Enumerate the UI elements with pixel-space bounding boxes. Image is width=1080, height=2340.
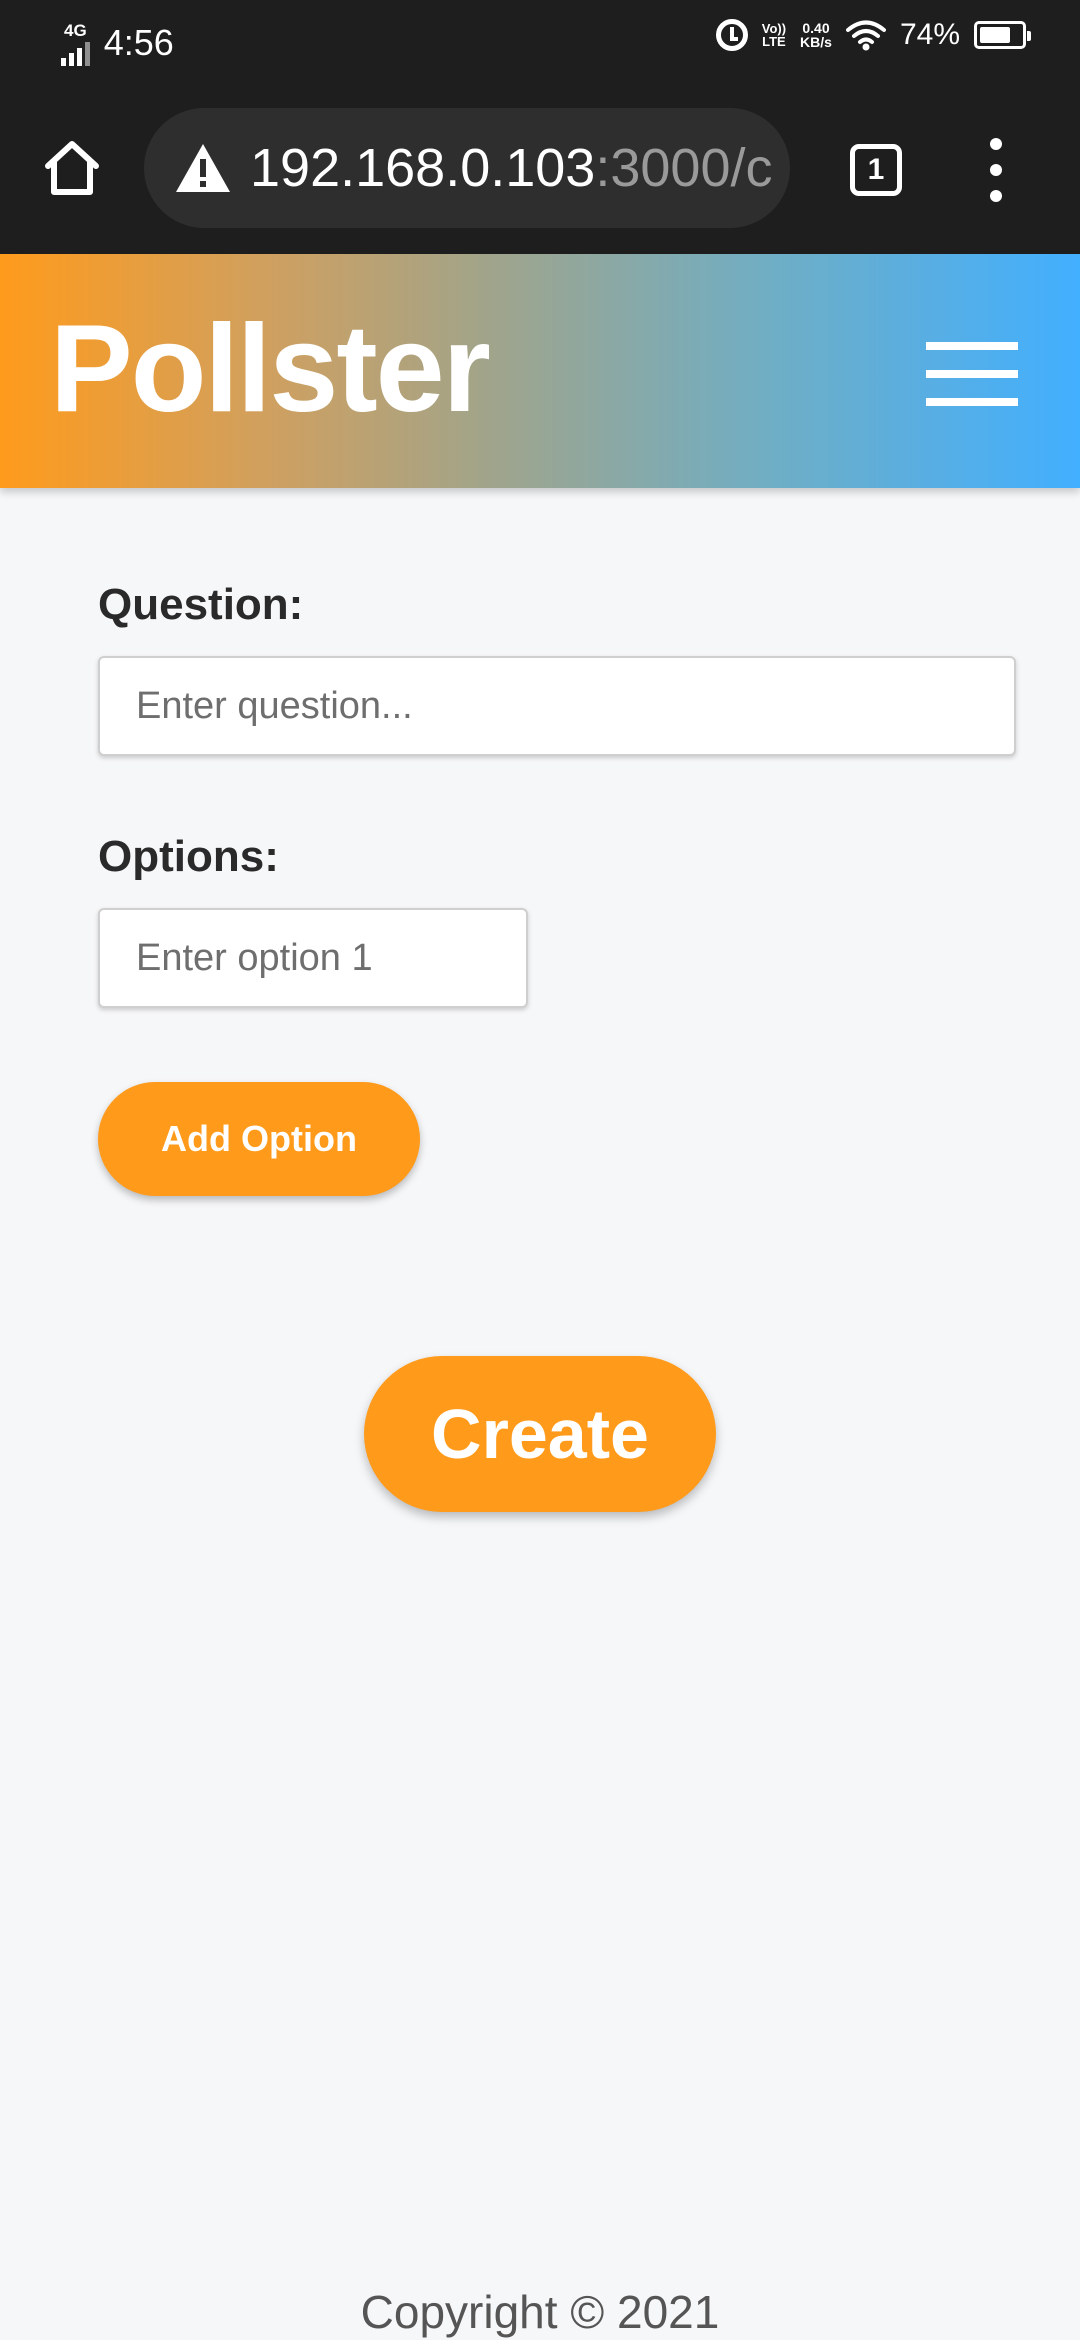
create-button[interactable]: Create — [364, 1356, 716, 1512]
wifi-icon — [845, 19, 886, 51]
url-path: :3000/c — [595, 138, 773, 198]
address-bar[interactable]: 192.168.0.103:3000/c — [144, 108, 790, 228]
browser-menu-button[interactable] — [984, 138, 1008, 202]
tab-switcher-button[interactable]: 1 — [850, 144, 902, 196]
hamburger-line — [926, 398, 1018, 406]
status-right: Vo)) LTE 0.40 KB/s 74% — [715, 18, 1031, 52]
volte-line2: LTE — [762, 34, 786, 49]
hamburger-icon — [926, 342, 1018, 350]
hamburger-menu-button[interactable] — [926, 342, 1018, 406]
network-speed: 0.40 KB/s — [800, 21, 832, 49]
warning-icon[interactable] — [174, 142, 232, 194]
url-text: 192.168.0.103:3000/c — [250, 137, 772, 199]
home-button[interactable] — [40, 136, 104, 200]
url-host: 192.168.0.103 — [250, 138, 596, 198]
copyright-footer: Copyright © 2021 — [360, 2286, 720, 2338]
question-label: Question: — [98, 580, 304, 629]
more-vert-icon — [990, 138, 1002, 150]
status-left: 4G 4:56 — [60, 20, 174, 66]
battery-fill — [980, 27, 1010, 43]
speed-unit: KB/s — [800, 34, 832, 50]
signal-icon — [60, 42, 90, 66]
question-input[interactable] — [98, 656, 1016, 756]
battery-icon — [974, 21, 1031, 49]
alarm-icon — [715, 19, 748, 51]
poll-form: Question: Options: Add Option — [98, 580, 1018, 1196]
volte-indicator: Vo)) LTE — [762, 22, 786, 48]
app-header: Pollster — [0, 254, 1080, 488]
home-icon — [45, 141, 99, 195]
clock: 4:56 — [103, 22, 174, 63]
more-vert-dot — [990, 190, 1002, 202]
network-type: 4G — [64, 21, 87, 40]
battery-percent: 74% — [899, 18, 960, 51]
brand-logo[interactable]: Pollster — [50, 304, 491, 434]
tab-count: 1 — [867, 153, 885, 186]
browser-toolbar: 192.168.0.103:3000/c 1 — [0, 86, 1080, 254]
more-vert-dot — [990, 164, 1002, 176]
add-option-button[interactable]: Add Option — [98, 1082, 420, 1196]
options-label: Options: — [98, 832, 279, 881]
hamburger-line — [926, 370, 1018, 378]
option-1-input[interactable] — [98, 908, 528, 1008]
status-bar: 4G 4:56 Vo)) LTE 0.40 KB/s 74% — [0, 0, 1080, 86]
